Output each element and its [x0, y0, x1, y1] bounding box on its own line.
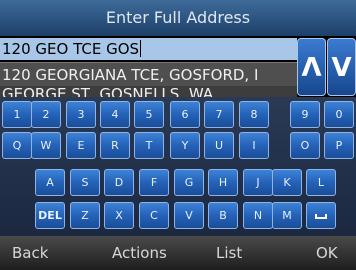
key-p[interactable]: P	[324, 132, 354, 159]
onscreen-keyboard: 1 2 3 4 5 6 7 8 9 0 Q W E R T Y U I O P …	[0, 97, 356, 236]
key-7[interactable]: 7	[204, 101, 234, 128]
key-q[interactable]: Q	[2, 132, 32, 159]
key-m[interactable]: M	[272, 202, 302, 229]
space-key[interactable]	[306, 202, 336, 229]
key-j[interactable]: J	[243, 169, 273, 196]
key-t[interactable]: T	[134, 132, 164, 159]
key-h[interactable]: H	[208, 169, 238, 196]
address-input[interactable]: 120 GEO TCE GOS	[0, 38, 297, 60]
key-u[interactable]: U	[204, 132, 234, 159]
space-icon	[315, 214, 327, 219]
ok-softkey[interactable]: OK	[316, 236, 338, 270]
key-0[interactable]: 0	[324, 101, 354, 128]
key-g[interactable]: G	[174, 169, 204, 196]
key-9[interactable]: 9	[290, 101, 320, 128]
text-cursor	[140, 40, 142, 57]
key-n[interactable]: N	[243, 202, 273, 229]
address-input-value: 120 GEO TCE GOS	[2, 40, 140, 58]
key-z[interactable]: Z	[70, 202, 100, 229]
key-d[interactable]: D	[104, 169, 134, 196]
key-4[interactable]: 4	[100, 101, 130, 128]
key-3[interactable]: 3	[66, 101, 96, 128]
key-r[interactable]: R	[100, 132, 130, 159]
key-8[interactable]: 8	[239, 101, 269, 128]
softkey-bar: Back Actions List OK	[0, 236, 356, 270]
scroll-up-button[interactable]: Λ	[297, 38, 326, 96]
key-s[interactable]: S	[70, 169, 100, 196]
suggestion-item[interactable]: 120 GEORGIANA TCE, GOSFORD, I	[0, 62, 297, 86]
key-i[interactable]: I	[239, 132, 269, 159]
key-x[interactable]: X	[104, 202, 134, 229]
actions-softkey[interactable]: Actions	[112, 236, 167, 270]
key-v[interactable]: V	[174, 202, 204, 229]
key-2[interactable]: 2	[31, 101, 61, 128]
suggestion-item[interactable]: GEORGE ST, GOSNELLS, WA	[0, 86, 297, 97]
key-a[interactable]: A	[35, 169, 65, 196]
key-f[interactable]: F	[139, 169, 169, 196]
key-5[interactable]: 5	[134, 101, 164, 128]
key-1[interactable]: 1	[2, 101, 32, 128]
key-6[interactable]: 6	[170, 101, 200, 128]
key-e[interactable]: E	[66, 132, 96, 159]
key-c[interactable]: C	[139, 202, 169, 229]
screen-title: Enter Full Address	[0, 0, 356, 36]
list-softkey[interactable]: List	[216, 236, 242, 270]
back-softkey[interactable]: Back	[12, 236, 48, 270]
delete-key[interactable]: DEL	[35, 202, 65, 229]
key-o[interactable]: O	[290, 132, 320, 159]
key-w[interactable]: W	[31, 132, 61, 159]
key-l[interactable]: L	[306, 169, 336, 196]
scroll-down-button[interactable]: V	[327, 38, 356, 96]
key-b[interactable]: B	[208, 202, 238, 229]
key-k[interactable]: K	[272, 169, 302, 196]
key-y[interactable]: Y	[170, 132, 200, 159]
